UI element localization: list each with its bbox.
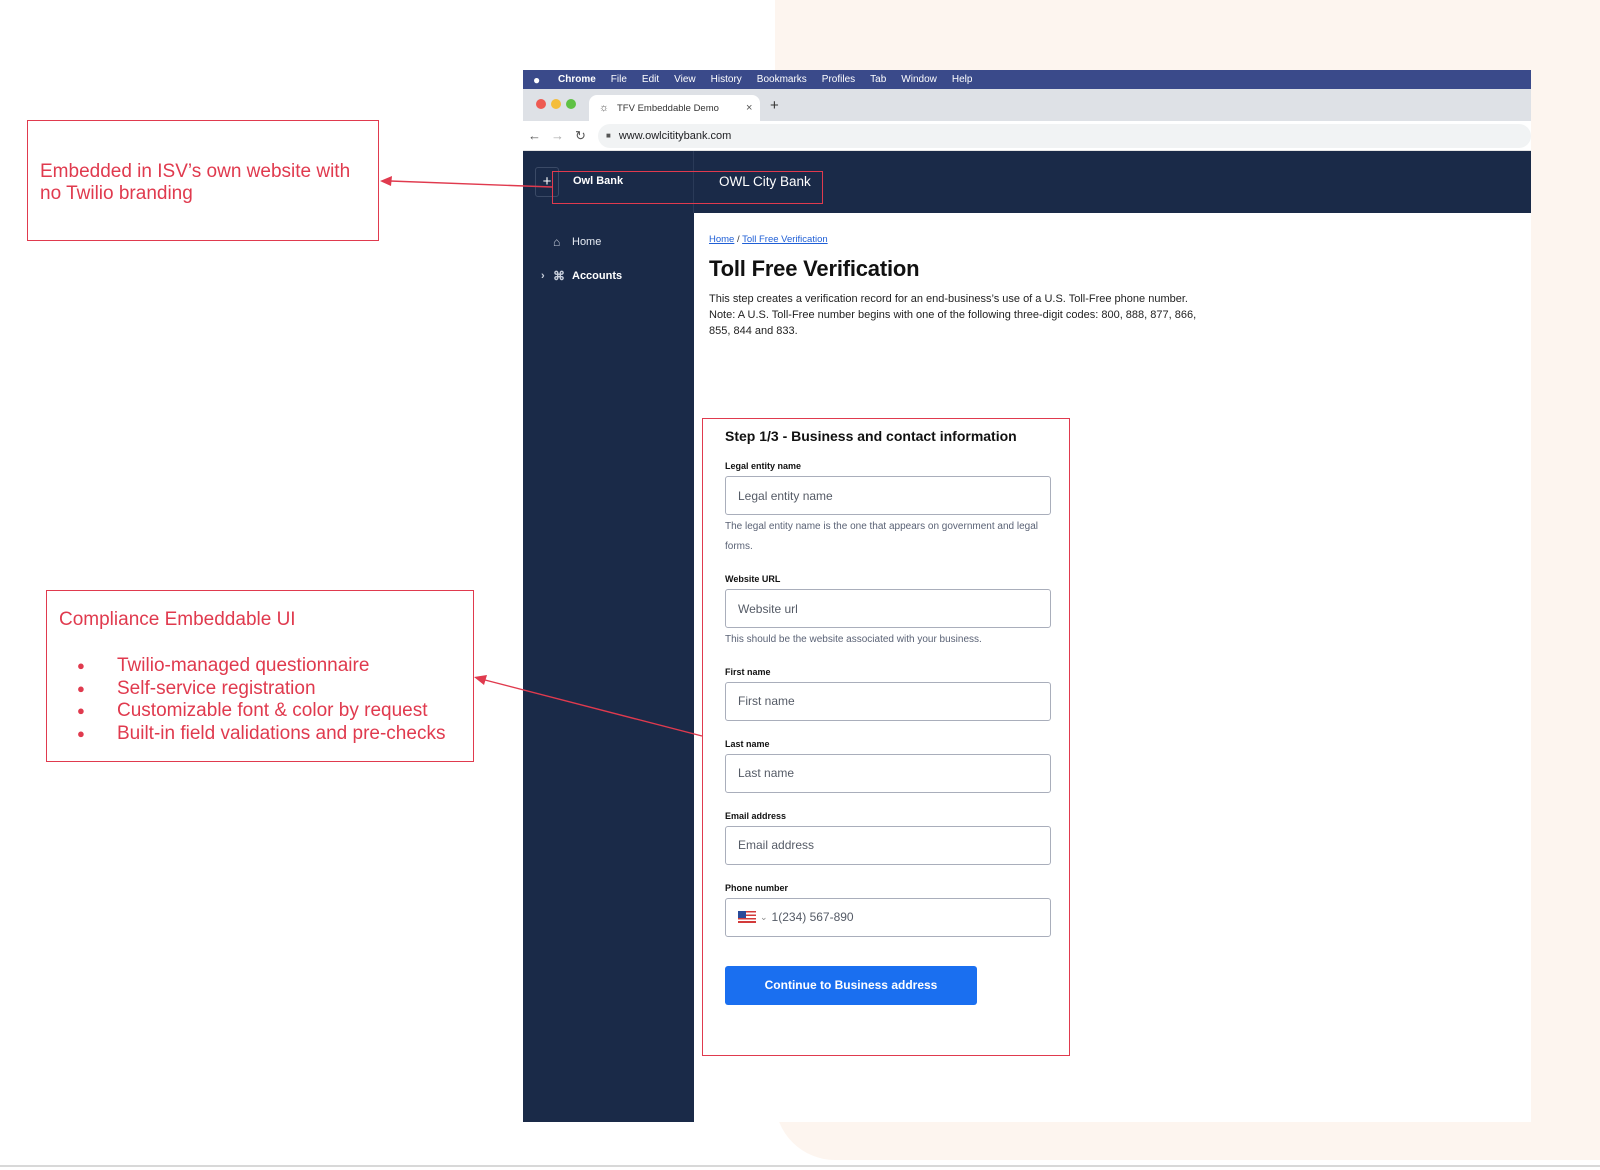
form-highlight-box <box>702 418 1070 1056</box>
slide-bottom-rule <box>0 1165 1600 1167</box>
sidebar: ⌂ Home › ⌘ Accounts <box>523 213 694 1122</box>
annotation-branding: Embedded in ISV’s own website with no Tw… <box>27 120 379 241</box>
menu-view[interactable]: View <box>674 74 696 85</box>
page-title: Toll Free Verification <box>709 256 920 281</box>
home-icon: ⌂ <box>553 235 561 249</box>
menu-edit[interactable]: Edit <box>642 74 659 85</box>
chevron-right-icon[interactable]: › <box>541 270 553 282</box>
menu-help[interactable]: Help <box>952 74 973 85</box>
breadcrumb: Home / Toll Free Verification <box>709 234 828 245</box>
breadcrumb-home-link[interactable]: Home <box>709 234 734 245</box>
close-window-button[interactable] <box>536 99 546 109</box>
menu-file[interactable]: File <box>611 74 627 85</box>
sidebar-item-home[interactable]: ⌂ Home <box>541 235 601 249</box>
forward-arrow-icon[interactable]: → <box>546 128 569 143</box>
lock-icon: ■ <box>606 131 611 140</box>
annotation-title: Compliance Embeddable UI <box>59 609 296 630</box>
url-text: www.owlcititybank.com <box>618 129 732 142</box>
apple-icon[interactable]: ● <box>533 73 547 87</box>
sidebar-item-accounts[interactable]: › ⌘ Accounts <box>541 269 622 283</box>
annotation-bullet: Customizable font & color by request <box>59 700 461 723</box>
new-tab-button[interactable]: + <box>770 97 779 114</box>
slide-canvas: Embedded in ISV’s own website with no Tw… <box>0 0 1600 1170</box>
accounts-icon: ⌘ <box>553 269 565 283</box>
annotation-branding-text: Embedded in ISV’s own website with no Tw… <box>40 161 351 204</box>
reload-icon[interactable]: ↻ <box>569 128 592 144</box>
tab-title: TFV Embeddable Demo <box>617 102 719 114</box>
breadcrumb-current-link[interactable]: Toll Free Verification <box>742 234 828 245</box>
annotation-bullet-list: Twilio-managed questionnaire Self-servic… <box>59 655 461 745</box>
arrowhead-branding <box>380 176 392 186</box>
tab-strip: ☼ TFV Embeddable Demo × + <box>523 89 1531 121</box>
annotation-bullet: Built-in field validations and pre-check… <box>59 723 461 746</box>
branding-highlight-box <box>552 171 823 204</box>
arrowhead-embeddable-ui <box>474 675 487 685</box>
menu-chrome[interactable]: Chrome <box>558 74 596 85</box>
page-description: This step creates a verification record … <box>709 293 1197 337</box>
sidebar-item-label: Home <box>572 236 602 248</box>
menu-window[interactable]: Window <box>901 74 937 85</box>
address-bar: ← → ↻ ■ www.owlcititybank.com <box>523 121 1531 151</box>
annotation-bullet: Twilio-managed questionnaire <box>59 655 461 678</box>
url-field[interactable]: ■ www.owlcititybank.com <box>598 123 1531 148</box>
menu-bookmarks[interactable]: Bookmarks <box>757 74 807 85</box>
minimize-window-button[interactable] <box>551 99 561 109</box>
annotation-embeddable-ui: Compliance Embeddable UI Twilio-managed … <box>46 590 474 762</box>
maximize-window-button[interactable] <box>566 99 576 109</box>
back-arrow-icon[interactable]: ← <box>523 128 546 143</box>
menu-tab[interactable]: Tab <box>870 74 886 85</box>
annotation-bullet: Self-service registration <box>59 678 461 701</box>
browser-tab[interactable]: ☼ TFV Embeddable Demo × <box>589 95 760 121</box>
sidebar-item-label: Accounts <box>572 270 623 282</box>
globe-icon: ☼ <box>599 102 610 114</box>
menu-profiles[interactable]: Profiles <box>822 74 855 85</box>
menu-history[interactable]: History <box>711 74 742 85</box>
os-menubar: ● Chrome File Edit View History Bookmark… <box>523 70 1531 89</box>
breadcrumb-separator: / <box>736 234 740 245</box>
close-icon[interactable]: × <box>746 102 760 114</box>
